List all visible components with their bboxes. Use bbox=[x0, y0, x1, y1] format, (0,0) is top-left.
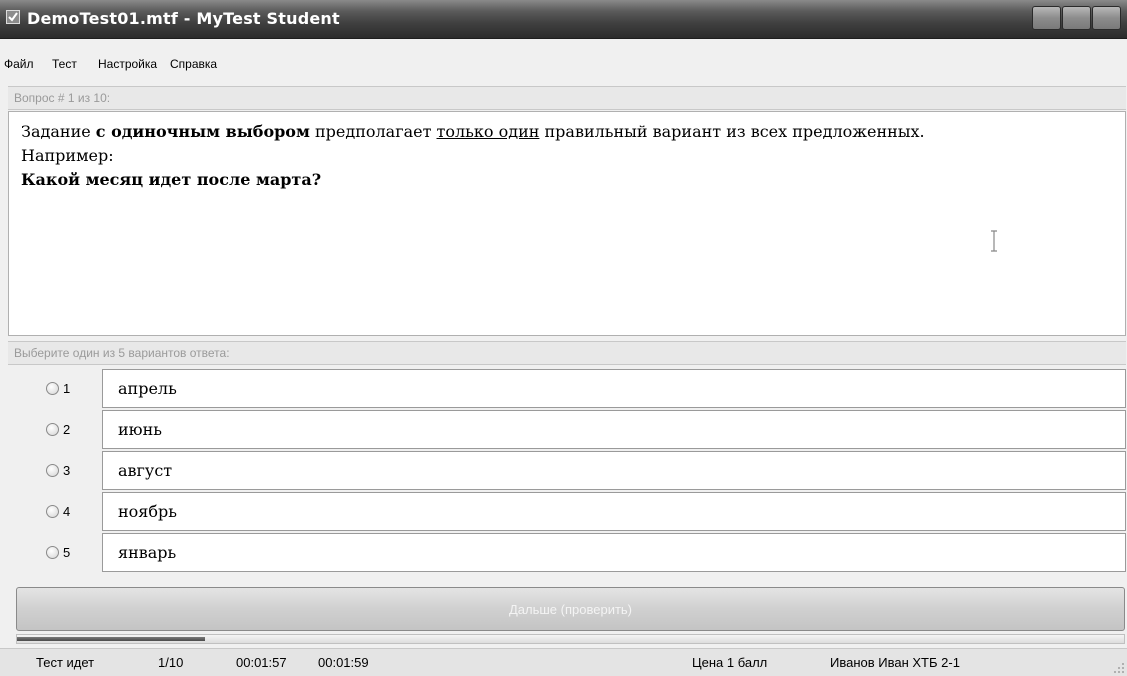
question-text-area[interactable]: Задание с одиночным выбором предполагает… bbox=[8, 111, 1126, 336]
maximize-button[interactable] bbox=[1062, 6, 1091, 30]
answer-option-5[interactable]: 5 январь bbox=[8, 532, 1126, 572]
option-number: 5 bbox=[63, 544, 71, 560]
status-price: Цена 1 балл bbox=[692, 655, 768, 670]
status-counter: 1/10 bbox=[158, 655, 184, 670]
window-controls bbox=[1032, 6, 1121, 30]
checkbox-icon bbox=[6, 10, 20, 24]
menu-file[interactable]: Файл bbox=[4, 57, 34, 71]
question-line-1: Задание с одиночным выбором предполагает… bbox=[21, 122, 925, 141]
ibeam-cursor-icon bbox=[991, 230, 997, 252]
option-text[interactable]: ноябрь bbox=[102, 492, 1126, 531]
status-time-total: 00:01:59 bbox=[318, 655, 369, 670]
answer-list: 1 апрель 2 июнь 3 август 4 ноябрь 5 янва… bbox=[8, 368, 1126, 573]
option-number: 1 bbox=[63, 380, 71, 396]
radio-button[interactable] bbox=[46, 381, 59, 395]
minimize-button[interactable] bbox=[1032, 6, 1061, 30]
close-button[interactable] bbox=[1092, 6, 1121, 30]
question-header: Вопрос # 1 из 10: bbox=[8, 86, 1126, 110]
answer-option-2[interactable]: 2 июнь bbox=[8, 409, 1126, 449]
option-text[interactable]: июнь bbox=[102, 410, 1126, 449]
answer-option-3[interactable]: 3 август bbox=[8, 450, 1126, 490]
status-bar: Тест идет 1/10 00:01:57 00:01:59 Цена 1 … bbox=[0, 648, 1127, 676]
answer-option-4[interactable]: 4 ноябрь bbox=[8, 491, 1126, 531]
test-progress-bar bbox=[16, 634, 1125, 644]
status-student: Иванов Иван ХТБ 2-1 bbox=[830, 655, 960, 670]
status-time-elapsed: 00:01:57 bbox=[236, 655, 287, 670]
option-number: 2 bbox=[63, 421, 71, 437]
title-bar[interactable]: DemoTest01.mtf - MyTest Student bbox=[0, 0, 1127, 39]
radio-button[interactable] bbox=[46, 504, 59, 518]
resize-grip-icon[interactable] bbox=[1113, 662, 1125, 674]
option-number: 4 bbox=[63, 503, 71, 519]
status-state: Тест идет bbox=[36, 655, 95, 670]
menu-test[interactable]: Тест bbox=[52, 57, 77, 71]
question-prompt: Какой месяц идет после марта? bbox=[21, 170, 322, 189]
radio-button[interactable] bbox=[46, 463, 59, 477]
option-text[interactable]: август bbox=[102, 451, 1126, 490]
answers-header: Выберите один из 5 вариантов ответа: bbox=[8, 341, 1126, 365]
option-text[interactable]: апрель bbox=[102, 369, 1126, 408]
answer-option-1[interactable]: 1 апрель bbox=[8, 368, 1126, 408]
question-line-2: Например: bbox=[21, 146, 114, 165]
menu-help[interactable]: Справка bbox=[170, 57, 217, 71]
radio-button[interactable] bbox=[46, 545, 59, 559]
window-title: DemoTest01.mtf - MyTest Student bbox=[27, 9, 340, 28]
menu-bar: Файл Тест Настройка Справка bbox=[0, 52, 1127, 74]
progress-fill bbox=[17, 637, 206, 641]
option-text[interactable]: январь bbox=[102, 533, 1126, 572]
next-check-button[interactable]: Дальше (проверить) bbox=[16, 587, 1125, 631]
radio-button[interactable] bbox=[46, 422, 59, 436]
option-number: 3 bbox=[63, 462, 71, 478]
menu-settings[interactable]: Настройка bbox=[98, 57, 157, 71]
